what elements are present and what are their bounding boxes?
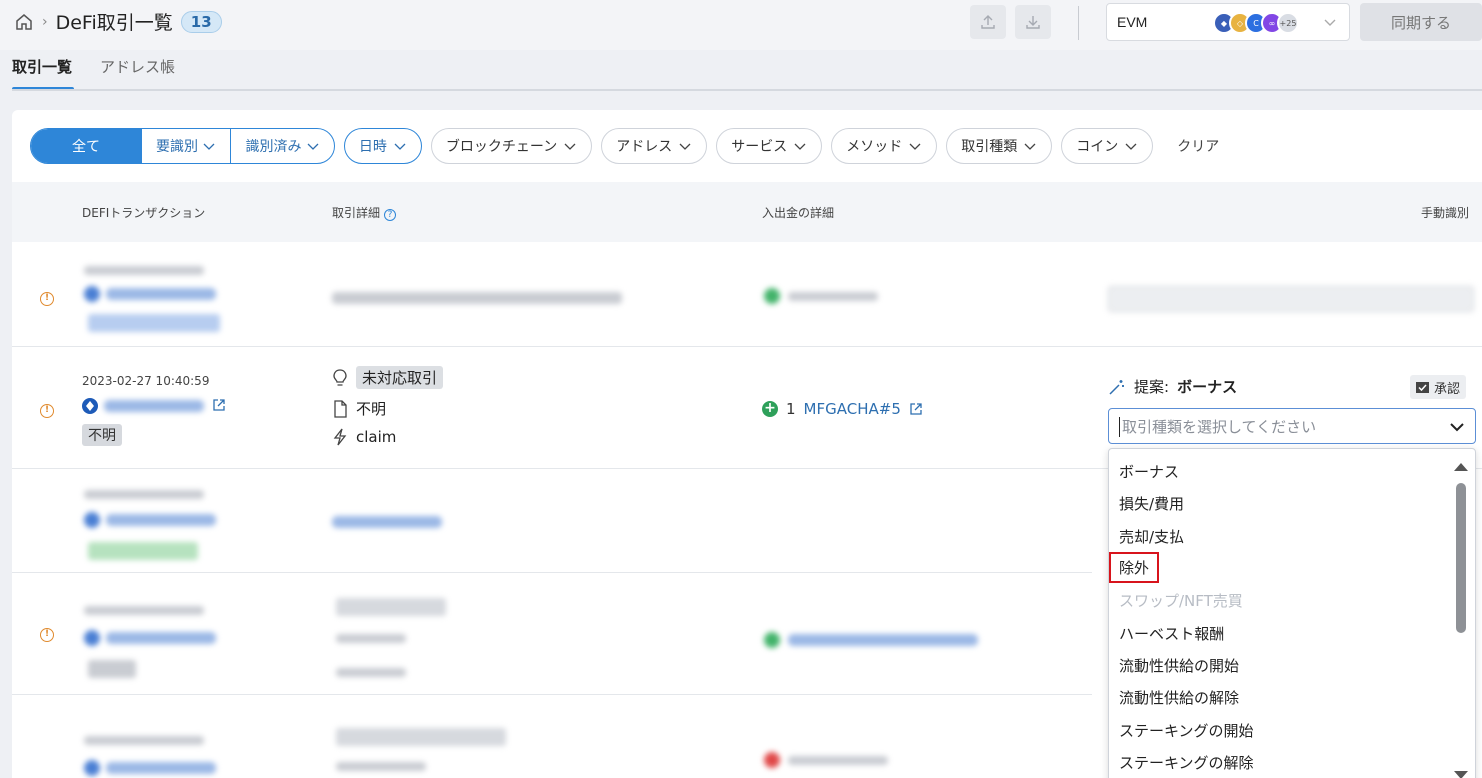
suggestion: 提案: ボーナス <box>1108 376 1237 397</box>
chain-icons: ◆ ◇ C ∞ +25 <box>1213 12 1299 34</box>
blurred-address <box>104 400 204 412</box>
option-staking-start[interactable]: ステーキングの開始 <box>1119 720 1254 741</box>
approve-button[interactable]: 承認 <box>1410 375 1467 399</box>
check-square-icon <box>1416 381 1429 393</box>
page-title: DeFi取引一覧 <box>55 12 173 34</box>
count-badge: 13 <box>180 10 222 33</box>
text-caret <box>1119 417 1120 437</box>
option-liquidity-end[interactable]: 流動性供給の解除 <box>1119 687 1239 708</box>
option-swap-nft-trade: スワップ/NFT売買 <box>1119 592 1243 610</box>
suggestion-label: 提案: <box>1134 378 1170 396</box>
plus-circle-icon: + <box>762 401 778 417</box>
transaction-type-dropdown: ボーナス 損失/費用 売却/支払 除外 スワップ/NFT売買 ハーベスト報酬 流… <box>1108 448 1476 778</box>
scroll-down-arrow-icon[interactable] <box>1454 771 1468 778</box>
suggestion-value: ボーナス <box>1177 378 1238 396</box>
option-staking-end[interactable]: ステーキングの解除 <box>1119 752 1254 773</box>
detail-method-line: claim <box>332 428 396 446</box>
tab-transactions[interactable]: 取引一覧 <box>12 56 75 91</box>
ethereum-icon <box>82 398 98 414</box>
unsupported-transaction-badge: 未対応取引 <box>356 366 444 389</box>
breadcrumb: › DeFi取引一覧 13 <box>14 8 222 35</box>
chevron-right-icon: › <box>42 13 48 30</box>
amount-line: + 1 MFGACHA#5 <box>762 400 923 418</box>
transaction-type-placeholder: 取引種類を選択してください <box>1122 417 1317 436</box>
option-loss-expense[interactable]: 損失/費用 <box>1119 493 1184 514</box>
lightbulb-icon <box>333 368 347 386</box>
option-exclude[interactable]: 除外 <box>1109 552 1160 583</box>
lightning-icon <box>333 428 347 446</box>
detail-service: 不明 <box>356 400 387 418</box>
document-icon <box>334 399 347 418</box>
external-link-icon[interactable] <box>909 402 923 416</box>
scrollbar-thumb[interactable] <box>1456 483 1466 633</box>
external-link-icon[interactable] <box>212 398 226 412</box>
dropdown-scrollbar[interactable] <box>1454 455 1471 778</box>
option-bonus[interactable]: ボーナス <box>1119 461 1179 482</box>
tab-address-book[interactable]: アドレス帳 <box>100 56 175 88</box>
blurred-row-content <box>12 694 1092 778</box>
sync-button[interactable]: 同期する <box>1360 3 1482 41</box>
blurred-row-content <box>12 572 1092 694</box>
approve-label: 承認 <box>1434 381 1461 397</box>
top-bar: › DeFi取引一覧 13 EVM ◆ ◇ C ∞ +25 同期する <box>0 0 1482 50</box>
warning-icon: ! <box>40 404 54 418</box>
download-button[interactable] <box>1015 5 1051 39</box>
chain-select-value: EVM <box>1117 14 1148 30</box>
transaction-type-select[interactable]: 取引種類を選択してください <box>1108 408 1476 444</box>
detail-method: claim <box>356 428 397 446</box>
main-panel: 全て 要識別 識別済み 日時 ブロックチェーン アドレス サービス メソッド 取… <box>12 110 1482 778</box>
option-sale-payment[interactable]: 売却/支払 <box>1119 526 1184 547</box>
blurred-row-content <box>12 110 1482 346</box>
amount-value: 1 <box>786 400 796 418</box>
upload-icon <box>981 15 995 29</box>
tab-bar: 取引一覧 アドレス帳 <box>12 56 175 91</box>
row-separator <box>12 346 1482 347</box>
nft-link[interactable]: MFGACHA#5 <box>804 400 901 418</box>
scroll-up-arrow-icon[interactable] <box>1454 463 1468 471</box>
more-chains-badge: +25 <box>1277 12 1299 34</box>
chevron-down-icon <box>1324 19 1336 26</box>
chevron-down-icon <box>1450 423 1464 432</box>
blurred-row-content <box>12 468 1092 572</box>
option-liquidity-start[interactable]: 流動性供給の開始 <box>1119 655 1239 676</box>
download-icon <box>1026 16 1040 29</box>
magic-wand-icon <box>1109 379 1124 395</box>
detail-service-line: 不明 <box>332 398 386 419</box>
header-divider <box>1078 6 1079 40</box>
chain-select[interactable]: EVM ◆ ◇ C ∞ +25 <box>1106 3 1350 41</box>
status-badge: 不明 <box>82 424 122 446</box>
detail-type-line: 未対応取引 <box>332 366 444 389</box>
home-icon[interactable] <box>14 12 34 32</box>
option-harvest-reward[interactable]: ハーベスト報酬 <box>1119 623 1224 644</box>
transaction-datetime: 2023-02-27 10:40:59 <box>82 374 210 388</box>
tabs-underline <box>12 89 1482 91</box>
upload-button[interactable] <box>970 5 1006 39</box>
